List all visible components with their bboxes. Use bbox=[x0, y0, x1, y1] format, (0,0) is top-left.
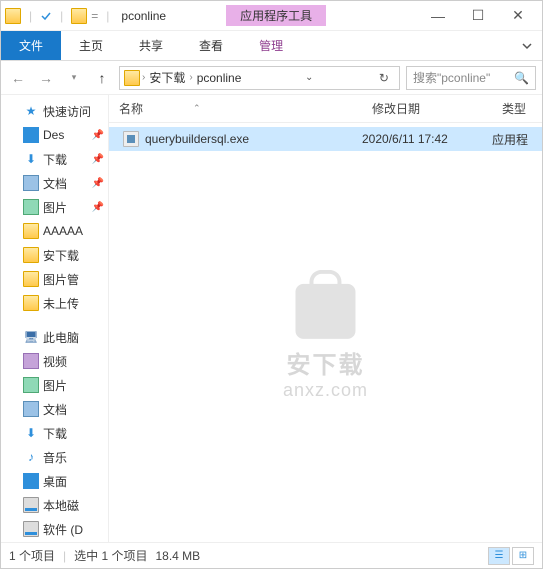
sidebar-label: 此电脑 bbox=[43, 329, 79, 346]
column-type[interactable]: 类型 bbox=[492, 95, 542, 122]
refresh-button[interactable]: ↻ bbox=[373, 71, 395, 85]
qat-divider: | bbox=[60, 9, 63, 23]
folder-icon bbox=[23, 247, 39, 263]
picture-icon bbox=[23, 199, 39, 215]
folder-icon bbox=[23, 271, 39, 287]
sidebar-item[interactable]: 安下载 bbox=[1, 243, 108, 267]
address-bar[interactable]: › 安下载 › pconline ⌄ ↻ bbox=[119, 66, 400, 90]
sidebar-item[interactable]: 文档 bbox=[1, 397, 108, 421]
sidebar-item[interactable]: 视频 bbox=[1, 349, 108, 373]
file-date: 2020/6/11 17:42 bbox=[362, 132, 492, 146]
navigation-sidebar: ★ 快速访问 Des📌 ⬇下载📌 文档📌 图片📌 AAAAA 安下载 图片管 未… bbox=[1, 95, 109, 542]
exe-icon bbox=[123, 131, 139, 147]
sidebar-item[interactable]: 图片管 bbox=[1, 267, 108, 291]
tab-manage[interactable]: 管理 bbox=[241, 31, 301, 60]
file-row[interactable]: querybuildersql.exe 2020/6/11 17:42 应用程 bbox=[109, 127, 542, 151]
sidebar-item[interactable]: Des📌 bbox=[1, 123, 108, 147]
search-input[interactable]: 搜索"pconline" 🔍 bbox=[406, 66, 536, 90]
nav-up-button[interactable]: ↑ bbox=[91, 67, 113, 89]
pin-icon: 📌 bbox=[92, 202, 104, 213]
document-icon bbox=[23, 401, 39, 417]
download-icon: ⬇ bbox=[23, 151, 39, 167]
tab-share[interactable]: 共享 bbox=[121, 31, 181, 60]
sidebar-item[interactable]: 图片📌 bbox=[1, 195, 108, 219]
music-icon: ♪ bbox=[23, 449, 39, 465]
nav-history-button[interactable]: ▾ bbox=[63, 67, 85, 89]
pin-icon: 📌 bbox=[92, 154, 104, 165]
pc-icon: 🖥 bbox=[23, 329, 39, 345]
folder-icon bbox=[71, 8, 87, 24]
status-selected: 选中 1 个项目 bbox=[74, 547, 147, 564]
search-placeholder: 搜索"pconline" bbox=[413, 69, 490, 86]
desktop-icon bbox=[23, 473, 39, 489]
sidebar-item[interactable]: ⬇下载 bbox=[1, 421, 108, 445]
pin-icon: 📌 bbox=[92, 178, 104, 189]
status-size: 18.4 MB bbox=[155, 549, 200, 563]
column-date[interactable]: 修改日期 bbox=[362, 95, 492, 122]
maximize-button[interactable]: ☐ bbox=[458, 2, 498, 30]
star-icon: ★ bbox=[23, 103, 39, 119]
pin-icon: 📌 bbox=[92, 130, 104, 141]
file-type: 应用程 bbox=[492, 131, 542, 148]
drive-icon bbox=[23, 497, 39, 513]
sidebar-item[interactable]: 文档📌 bbox=[1, 171, 108, 195]
nav-forward-button[interactable]: → bbox=[35, 67, 57, 89]
column-name[interactable]: 名称 ⌃ bbox=[109, 95, 362, 122]
sidebar-item[interactable]: 未上传 bbox=[1, 291, 108, 315]
folder-icon bbox=[124, 70, 140, 86]
document-icon bbox=[23, 175, 39, 191]
address-dropdown-button[interactable]: ⌄ bbox=[299, 72, 319, 83]
sidebar-item[interactable]: 图片 bbox=[1, 373, 108, 397]
qat-divider: | bbox=[29, 9, 32, 23]
status-divider: | bbox=[63, 549, 66, 563]
desktop-icon bbox=[23, 127, 39, 143]
tab-view[interactable]: 查看 bbox=[181, 31, 241, 60]
sidebar-item[interactable]: AAAAA bbox=[1, 219, 108, 243]
nav-back-button[interactable]: ← bbox=[7, 67, 29, 89]
sidebar-item[interactable]: 本地磁 bbox=[1, 493, 108, 517]
download-icon: ⬇ bbox=[23, 425, 39, 441]
chevron-down-icon bbox=[522, 41, 532, 51]
sidebar-quick-access[interactable]: ★ 快速访问 bbox=[1, 99, 108, 123]
qat-divider: | bbox=[106, 9, 109, 23]
sort-caret-icon: ⌃ bbox=[193, 103, 201, 114]
drive-icon bbox=[23, 521, 39, 537]
close-button[interactable]: ✕ bbox=[498, 2, 538, 30]
folder-icon bbox=[23, 295, 39, 311]
sidebar-this-pc[interactable]: 🖥 此电脑 bbox=[1, 325, 108, 349]
checkmark-icon[interactable] bbox=[40, 10, 52, 22]
picture-icon bbox=[23, 377, 39, 393]
status-item-count: 1 个项目 bbox=[9, 547, 55, 564]
app-folder-icon bbox=[5, 8, 21, 24]
sidebar-item[interactable]: 桌面 bbox=[1, 469, 108, 493]
tab-file[interactable]: 文件 bbox=[1, 31, 61, 60]
tab-home[interactable]: 主页 bbox=[61, 31, 121, 60]
breadcrumb[interactable]: pconline bbox=[193, 71, 246, 85]
view-details-button[interactable]: ☰ bbox=[488, 547, 510, 565]
watermark-bag-icon bbox=[296, 283, 356, 338]
sidebar-item[interactable]: ⬇下载📌 bbox=[1, 147, 108, 171]
watermark: 安下载 anxz.com bbox=[283, 283, 368, 400]
context-tab-label: 应用程序工具 bbox=[226, 5, 326, 26]
sidebar-item[interactable]: ♪音乐 bbox=[1, 445, 108, 469]
window-title: pconline bbox=[121, 9, 166, 23]
minimize-button[interactable]: — bbox=[418, 2, 458, 30]
search-icon[interactable]: 🔍 bbox=[514, 71, 529, 85]
qat-equals-icon[interactable]: = bbox=[91, 9, 98, 23]
ribbon-expand-button[interactable] bbox=[512, 31, 542, 60]
sidebar-item[interactable]: 软件 (D bbox=[1, 517, 108, 541]
breadcrumb[interactable]: 安下载 bbox=[145, 69, 189, 86]
file-name: querybuildersql.exe bbox=[145, 132, 362, 146]
sidebar-label: 快速访问 bbox=[43, 103, 91, 120]
folder-icon bbox=[23, 223, 39, 239]
view-icons-button[interactable]: ⊞ bbox=[512, 547, 534, 565]
video-icon bbox=[23, 353, 39, 369]
